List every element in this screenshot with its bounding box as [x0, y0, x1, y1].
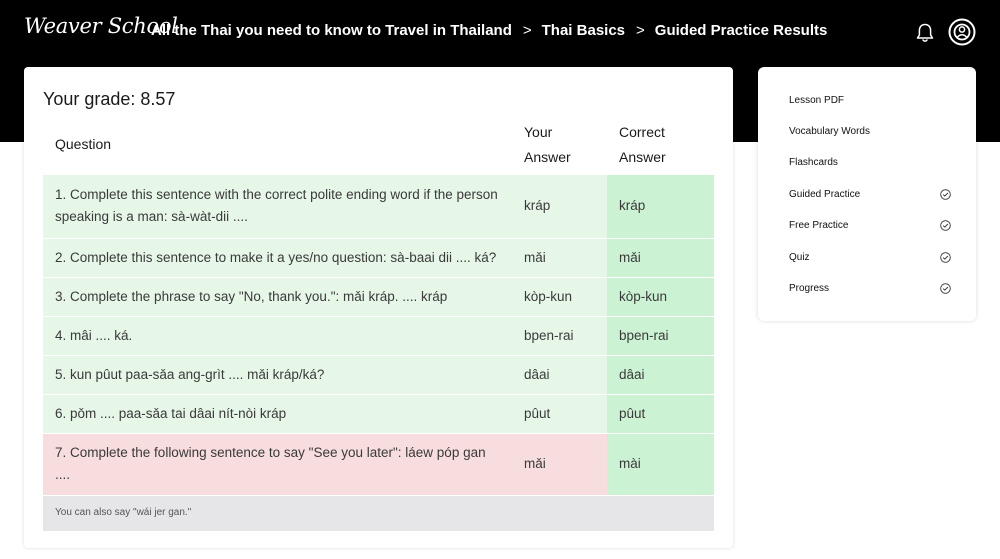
your-answer-cell: pûut — [512, 393, 607, 433]
sidebar-item-label: Lesson PDF — [789, 94, 845, 106]
sidebar-item-label: Quiz — [789, 251, 810, 263]
your-answer-header-line2: Answer — [524, 148, 571, 165]
correct-answer-column-header: Correct Answer — [607, 116, 714, 174]
table-row: 1. Complete this sentence with the corre… — [43, 173, 714, 238]
breadcrumb-separator: > — [522, 22, 532, 39]
breadcrumb: All the Thai you need to know to Travel … — [151, 22, 827, 39]
correct-answer-cell: mǎi — [607, 237, 714, 277]
sidebar-item-label: Guided Practice — [789, 188, 861, 200]
your-answer-cell: mǎi — [512, 237, 607, 277]
answer-note: You can also say "wái jer gan." — [43, 494, 714, 531]
correct-answer-cell: bpen-rai — [607, 315, 714, 355]
correct-answer-cell: mài — [607, 432, 714, 495]
breadcrumb-current-page: Guided Practice Results — [654, 22, 828, 39]
correct-answer-cell: kráp — [607, 173, 714, 238]
results-table: Question Your Answer Correct Answer 1. C… — [43, 116, 714, 531]
table-row: 5. kun pûut paa-sǎa ang-grìt .... mǎi kr… — [43, 354, 714, 394]
sidebar-item-flashcards[interactable]: Flashcards — [789, 154, 951, 170]
correct-answer-header-line1: Correct — [619, 123, 665, 140]
table-row: 6. pǒm .... paa-sǎa tai dâai nít-nòi krá… — [43, 393, 714, 433]
table-row: 3. Complete the phrase to say "No, thank… — [43, 276, 714, 316]
sidebar-item-guided-practice[interactable]: Guided Practice — [789, 186, 951, 202]
sidebar-item-label: Free Practice — [789, 219, 849, 231]
sidebar-item-vocabulary-words[interactable]: Vocabulary Words — [789, 123, 951, 139]
question-cell: 1. Complete this sentence with the corre… — [43, 173, 512, 238]
correct-answer-cell: dâai — [607, 354, 714, 394]
breadcrumb-unit-link[interactable]: Thai Basics — [542, 22, 625, 39]
correct-answer-cell: pûut — [607, 393, 714, 433]
your-answer-header-line1: Your — [524, 123, 553, 140]
breadcrumb-separator: > — [636, 22, 645, 39]
correct-answer-cell: kòp-kun — [607, 276, 714, 316]
table-row: 2. Complete this sentence to make it a y… — [43, 237, 714, 277]
question-cell: 5. kun pûut paa-sǎa ang-grìt .... mǎi kr… — [43, 354, 512, 394]
grade-label: Your grade: 8.57 — [43, 89, 176, 109]
your-answer-cell: kòp-kun — [512, 276, 607, 316]
your-answer-cell: kráp — [512, 173, 607, 238]
check-circle-icon — [940, 219, 951, 231]
check-circle-icon — [940, 251, 951, 263]
lesson-sidebar: Lesson PDF Vocabulary Words Flashcards G… — [758, 67, 976, 321]
question-cell: 7. Complete the following sentence to sa… — [43, 432, 512, 495]
your-answer-cell: mǎi — [512, 432, 607, 495]
question-cell: 3. Complete the phrase to say "No, thank… — [43, 276, 512, 316]
correct-answer-header-line2: Answer — [619, 148, 666, 165]
your-answer-cell: dâai — [512, 354, 607, 394]
your-answer-cell: bpen-rai — [512, 315, 607, 355]
sidebar-item-quiz[interactable]: Quiz — [789, 249, 951, 265]
question-cell: 4. mâi .... ká. — [43, 315, 512, 355]
sidebar-item-label: Progress — [789, 282, 830, 294]
bell-icon[interactable] — [915, 22, 935, 44]
your-answer-column-header: Your Answer — [512, 116, 607, 174]
sidebar-item-label: Vocabulary Words — [789, 125, 870, 137]
question-column-header: Question — [55, 136, 112, 153]
answer-note-row: You can also say "wái jer gan." — [43, 494, 714, 531]
check-circle-icon — [940, 188, 951, 200]
table-row: 4. mâi .... ká. bpen-rai bpen-rai — [43, 315, 714, 355]
check-circle-icon — [940, 282, 951, 294]
sidebar-item-progress[interactable]: Progress — [789, 280, 951, 296]
sidebar-item-free-practice[interactable]: Free Practice — [789, 217, 951, 233]
sidebar-item-lesson-pdf[interactable]: Lesson PDF — [789, 92, 951, 108]
sidebar-item-label: Flashcards — [789, 156, 838, 168]
question-cell: 2. Complete this sentence to make it a y… — [43, 237, 512, 277]
question-cell: 6. pǒm .... paa-sǎa tai dâai nít-nòi krá… — [43, 393, 512, 433]
table-header-row: Question Your Answer Correct Answer — [43, 116, 714, 174]
user-circle-icon[interactable] — [948, 18, 976, 46]
table-row: 7. Complete the following sentence to sa… — [43, 432, 714, 495]
results-card: Your grade: 8.57 Question Your Answer Co… — [24, 67, 733, 548]
breadcrumb-course-link[interactable]: All the Thai you need to know to Travel … — [151, 22, 512, 39]
